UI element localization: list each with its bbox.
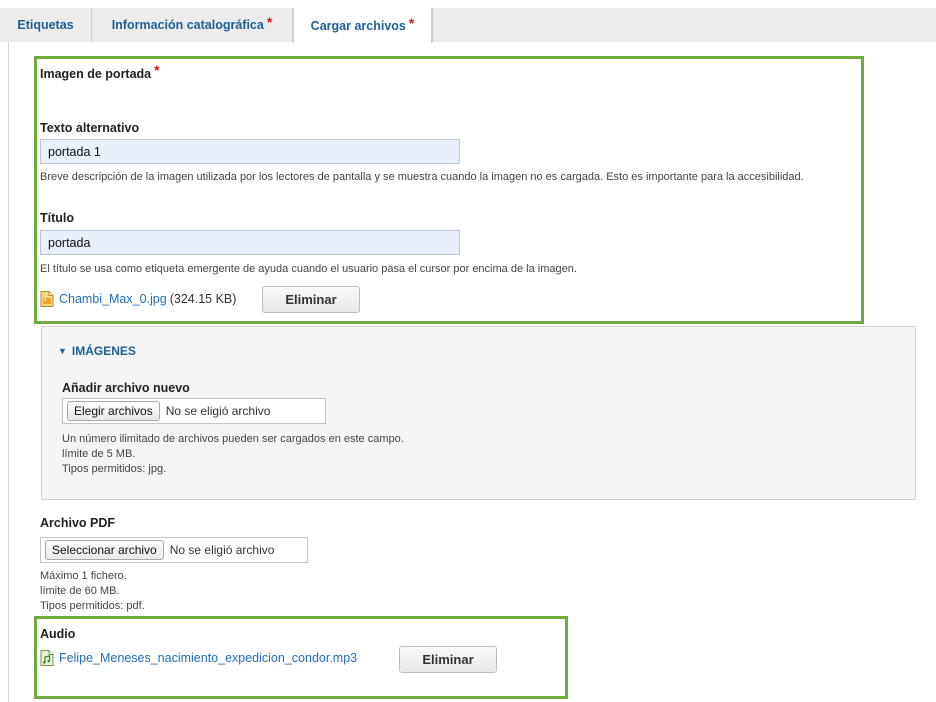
- required-marker: *: [266, 14, 273, 30]
- alt-text-help: Breve descripción de la imagen utilizada…: [40, 171, 804, 183]
- required-marker: *: [408, 14, 415, 31]
- tab-label: Etiquetas: [17, 18, 74, 32]
- audio-file-icon: [40, 650, 54, 666]
- audio-label: Audio: [40, 627, 76, 641]
- alt-text-input[interactable]: [40, 139, 460, 164]
- pdf-help-line-3: Tipos permitidos: pdf.: [40, 600, 145, 612]
- audio-file-link[interactable]: Felipe_Meneses_nacimiento_expedicion_con…: [59, 651, 357, 665]
- no-file-text: No se eligió archivo: [165, 404, 271, 418]
- tab-cargar-archivos[interactable]: Cargar archivos *: [293, 8, 432, 43]
- add-file-label: Añadir archivo nuevo: [62, 381, 190, 395]
- images-help-line-3: Tipos permitidos: jpg.: [62, 463, 167, 475]
- cover-file-link[interactable]: Chambi_Max_0.jpg: [59, 292, 167, 306]
- triangle-down-icon: ▼: [58, 346, 67, 356]
- image-title-label: Título: [40, 211, 75, 225]
- audio-file-entry: Felipe_Meneses_nacimiento_expedicion_con…: [40, 650, 357, 666]
- images-help-line-2: límite de 5 MB.: [62, 448, 136, 460]
- images-fieldset-toggle[interactable]: ▼ IMÁGENES: [58, 344, 136, 358]
- images-help-line-1: Un número ilimitado de archivos pueden s…: [62, 433, 404, 445]
- select-file-button[interactable]: Seleccionar archivo: [45, 540, 164, 560]
- tab-informacion-catalografica[interactable]: Información catalográfica *: [92, 8, 293, 42]
- cover-image-title: Imagen de portada *: [40, 62, 160, 81]
- required-marker: *: [154, 62, 160, 78]
- tab-label: Cargar archivos: [310, 18, 406, 33]
- image-title-input[interactable]: [40, 230, 460, 255]
- cover-file-entry: Chambi_Max_0.jpg (324.15 KB): [40, 291, 236, 307]
- no-file-text: No se eligió archivo: [169, 543, 275, 557]
- tab-label: Información catalográfica: [111, 18, 264, 32]
- pdf-label: Archivo PDF: [40, 516, 116, 530]
- pdf-help-line-1: Máximo 1 fichero.: [40, 570, 127, 582]
- image-title-help: El título se usa como etiqueta emergente…: [40, 263, 577, 275]
- remove-audio-button[interactable]: Eliminar: [399, 646, 497, 673]
- remove-cover-button[interactable]: Eliminar: [262, 286, 360, 313]
- images-legend-label: IMÁGENES: [71, 344, 136, 358]
- alt-text-label: Texto alternativo: [40, 121, 140, 135]
- pdf-help-line-2: límite de 60 MB.: [40, 585, 120, 597]
- tab-bar: Etiquetas Información catalográfica * Ca…: [0, 8, 936, 43]
- content-left-rule: [8, 42, 9, 702]
- cover-file-size: (324.15 KB): [169, 292, 237, 306]
- tab-bar-fill: [432, 8, 936, 42]
- image-file-icon: [40, 291, 54, 307]
- pdf-file-input[interactable]: Seleccionar archivo No se eligió archivo: [40, 537, 308, 563]
- choose-files-button[interactable]: Elegir archivos: [67, 401, 160, 421]
- cover-image-highlight: [34, 56, 864, 324]
- images-file-input[interactable]: Elegir archivos No se eligió archivo: [62, 398, 326, 424]
- tab-etiquetas[interactable]: Etiquetas: [0, 8, 92, 42]
